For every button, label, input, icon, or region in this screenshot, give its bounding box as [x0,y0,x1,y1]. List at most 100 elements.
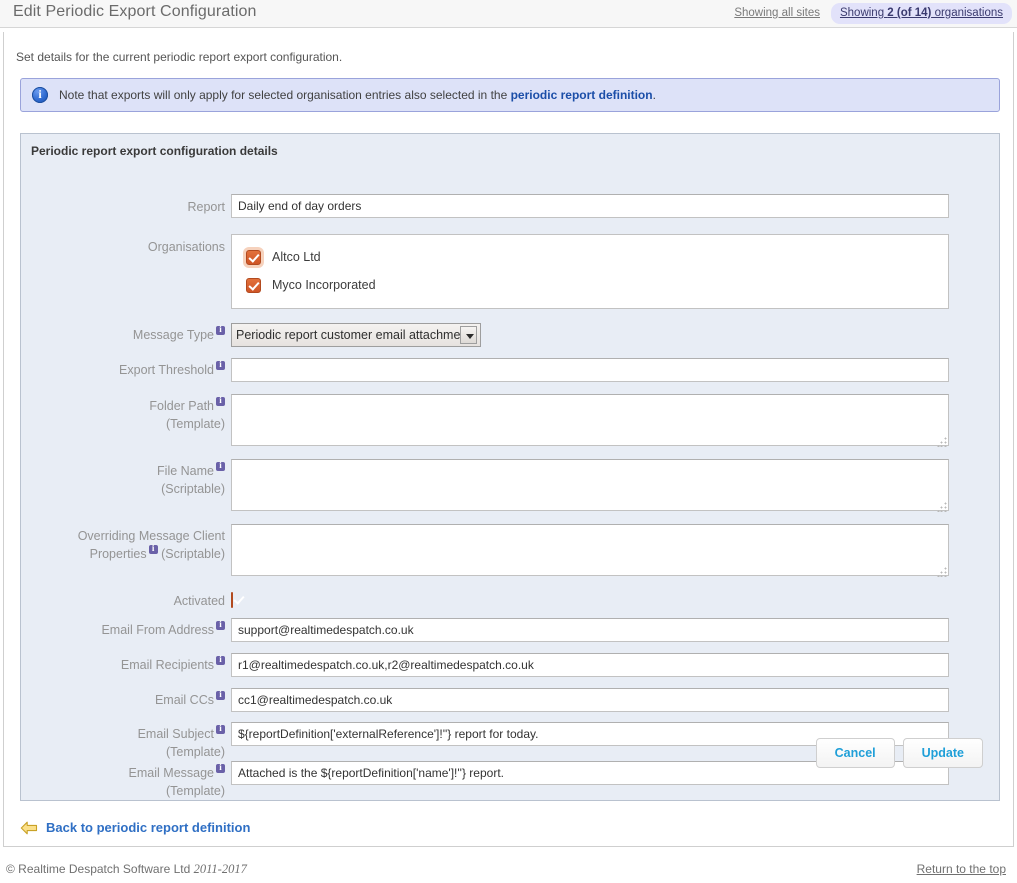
info-tooltip-icon[interactable] [216,656,225,665]
folder-path-label: Folder Path [149,399,214,413]
info-tooltip-icon[interactable] [216,361,225,370]
back-to-periodic-report-definition-link[interactable]: Back to periodic report definition [20,820,250,835]
activated-field-wrap [231,593,233,607]
message-type-select[interactable]: Periodic report customer email attachmen… [231,323,481,347]
organisations-label: Organisations [21,238,225,256]
page-header: Edit Periodic Export Configuration Showi… [0,0,1017,28]
email-ccs-field-wrap [231,688,949,712]
report-input[interactable] [231,194,949,218]
tab-organisations-suffix: organisations [931,7,1003,19]
message-type-label-wrap: Message Type [21,326,225,344]
info-banner: Note that exports will only apply for se… [20,78,1000,112]
email-subject-label-line2: (Template) [21,743,225,761]
overriding-properties-field-wrap [231,524,949,579]
email-subject-label: Email Subject [138,727,214,741]
copyright-notice: © Realtime Despatch Software Ltd 2011-20… [6,862,247,877]
export-threshold-field-wrap [231,358,949,382]
tab-organisations-count: 2 (of 14) [887,7,931,19]
email-recipients-input[interactable] [231,653,949,677]
info-banner-text-after: . [653,88,656,102]
file-name-label-line1: File Name [21,462,225,480]
folder-path-textarea[interactable] [231,394,949,446]
page-title: Edit Periodic Export Configuration [13,3,257,21]
email-recipients-label-wrap: Email Recipients [21,656,225,674]
list-item[interactable]: Myco Incorporated [246,271,948,299]
tab-organisations-prefix: Showing [840,7,887,19]
export-threshold-label-line: Export Threshold [21,361,225,379]
overriding-properties-textarea-wrap [231,524,949,579]
back-link-text: Back to periodic report definition [46,820,250,835]
email-ccs-label-wrap: Email CCs [21,691,225,709]
file-name-label: File Name [157,464,214,478]
info-tooltip-icon[interactable] [216,621,225,630]
info-tooltip-icon[interactable] [216,691,225,700]
info-tooltip-icon[interactable] [216,397,225,406]
email-ccs-label: Email CCs [155,693,214,707]
update-button[interactable]: Update [903,738,983,768]
info-tooltip-icon[interactable] [216,462,225,471]
organisation-checkbox-altco[interactable] [246,250,261,265]
email-recipients-label: Email Recipients [121,658,214,672]
info-circle-icon [32,87,48,103]
activated-checkbox[interactable] [231,592,233,608]
email-message-label: Email Message [129,766,214,780]
email-ccs-label-line: Email CCs [21,691,225,709]
organisations-field-wrap: Altco Ltd Myco Incorporated [231,234,949,309]
folder-path-label-line1: Folder Path [21,397,225,415]
tab-showing-all-sites[interactable]: Showing all sites [725,3,829,24]
organisation-label-altco: Altco Ltd [272,250,321,264]
email-from-label-line: Email From Address [21,621,225,639]
email-ccs-input[interactable] [231,688,949,712]
folder-path-field-wrap [231,394,949,449]
email-from-field-wrap [231,618,949,642]
overriding-properties-label-line2: Properties (Scriptable) [21,545,225,563]
message-type-label: Message Type [133,328,214,342]
email-message-label-line2: (Template) [21,782,225,800]
info-tooltip-icon[interactable] [149,545,158,554]
file-name-textarea-wrap [231,459,949,514]
copyright-text: © Realtime Despatch Software Ltd [6,862,190,876]
cancel-button[interactable]: Cancel [816,738,895,768]
email-from-address-input[interactable] [231,618,949,642]
page-footer: © Realtime Despatch Software Ltd 2011-20… [0,856,1017,883]
organisations-list[interactable]: Altco Ltd Myco Incorporated [231,234,949,309]
email-from-label-wrap: Email From Address [21,621,225,639]
periodic-report-definition-link[interactable]: periodic report definition [511,88,653,102]
overriding-properties-textarea[interactable] [231,524,949,576]
overriding-properties-label-before: Properties [90,547,147,561]
file-name-label-wrap: File Name (Scriptable) [21,462,225,498]
file-name-label-line2: (Scriptable) [21,480,225,498]
return-to-top-link[interactable]: Return to the top [917,862,1006,876]
file-name-textarea[interactable] [231,459,949,511]
info-tooltip-icon[interactable] [216,326,225,335]
report-field-wrap [231,194,1017,218]
activated-label-wrap: Activated [21,592,225,610]
list-item[interactable]: Altco Ltd [246,243,948,271]
left-arrow-icon [20,821,38,835]
organisation-label-myco: Myco Incorporated [272,278,376,292]
export-threshold-label-wrap: Export Threshold [21,361,225,379]
form-action-buttons: Cancel Update [816,738,983,768]
message-type-select-wrap: Periodic report customer email attachmen… [231,323,481,347]
file-name-field-wrap [231,459,949,514]
info-banner-text: Note that exports will only apply for se… [59,88,656,102]
export-threshold-input[interactable] [231,358,949,382]
email-message-label-wrap: Email Message (Template) [21,764,225,800]
export-threshold-label: Export Threshold [119,363,214,377]
report-label-wrap: Report [21,198,225,216]
info-banner-text-before: Note that exports will only apply for se… [59,88,511,102]
info-tooltip-icon[interactable] [216,725,225,734]
email-subject-label-wrap: Email Subject (Template) [21,725,225,761]
copyright-years: 2011-2017 [194,862,247,876]
info-tooltip-icon[interactable] [216,764,225,773]
overriding-properties-label-line1: Overriding Message Client [21,527,225,545]
folder-path-label-wrap: Folder Path (Template) [21,397,225,433]
organisations-label-wrap: Organisations [21,238,225,256]
view-scope-tabs: Showing all sites Showing 2 (of 14) orga… [725,3,1012,24]
content-panel: Set details for the current periodic rep… [3,32,1014,847]
email-from-label: Email From Address [101,623,214,637]
folder-path-textarea-wrap [231,394,949,449]
message-type-field-wrap: Periodic report customer email attachmen… [231,323,481,347]
tab-showing-organisations[interactable]: Showing 2 (of 14) organisations [831,3,1012,24]
organisation-checkbox-myco[interactable] [246,278,261,293]
